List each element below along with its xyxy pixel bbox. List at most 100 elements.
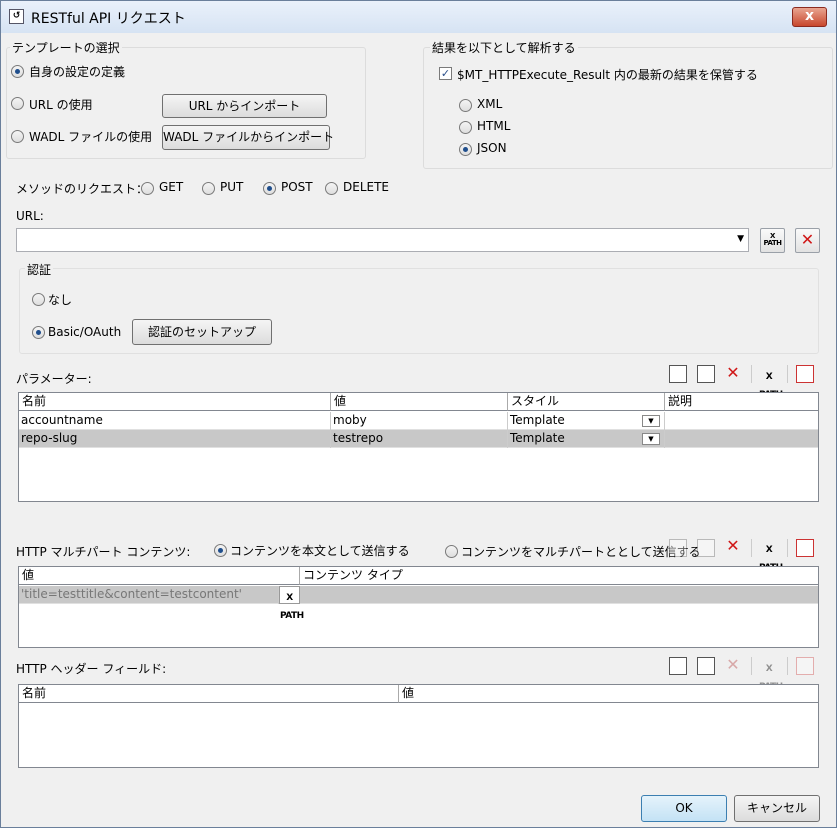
label-send-as-body: コンテンツを本文として送信する (230, 544, 410, 558)
add-row-icon[interactable] (669, 365, 687, 383)
param-value-cell[interactable]: testrepo (331, 430, 508, 448)
multipart-table: 値 コンテンツ タイプ 'title=testtitle&content=tes… (18, 566, 819, 648)
radio-auth-basic[interactable] (32, 326, 45, 339)
window-title: RESTful API リクエスト (31, 11, 186, 27)
store-latest-label: $MT_HTTPExecute_Result 内の最新の結果を保管する (457, 68, 758, 82)
param-description-cell[interactable] (665, 412, 818, 430)
url-xpath-button[interactable]: X PATH (760, 228, 785, 253)
label-put: PUT (220, 180, 244, 194)
column-header-style[interactable]: スタイル (508, 393, 665, 411)
xpath-icon[interactable]: XPATH (759, 537, 783, 573)
column-header-name[interactable]: 名前 (19, 685, 399, 703)
label-use-wadl: WADL ファイルの使用 (29, 130, 153, 144)
delete-icon[interactable]: ✕ (723, 537, 743, 557)
add-row-icon[interactable] (669, 539, 687, 557)
radio-send-as-body[interactable] (214, 544, 227, 557)
clear-rows-icon[interactable] (796, 365, 814, 383)
xpath-icon[interactable]: XPATH (279, 586, 304, 621)
multipart-value-cell[interactable]: 'title=testtitle&content=testcontent' (19, 586, 279, 604)
radio-get[interactable] (141, 182, 154, 195)
label-auth-basic: Basic/OAuth (48, 325, 122, 339)
radio-delete[interactable] (325, 182, 338, 195)
chevron-down-icon[interactable]: ▼ (642, 433, 660, 445)
cancel-button[interactable]: キャンセル (734, 795, 820, 822)
insert-row-icon[interactable] (697, 539, 715, 557)
table-row[interactable]: accountname moby Template ▼ (19, 412, 818, 430)
chevron-down-icon[interactable]: ▼ (737, 234, 744, 244)
auth-group-title: 認証 (25, 261, 54, 278)
label-json: JSON (477, 141, 507, 155)
radio-post[interactable] (263, 182, 276, 195)
title-bar[interactable]: ↺ RESTful API リクエスト x (1, 1, 836, 33)
radio-use-wadl[interactable] (11, 130, 24, 143)
import-wadl-button[interactable]: WADL ファイルからインポート (162, 125, 334, 150)
radio-send-as-multipart[interactable] (445, 545, 458, 558)
label-get: GET (159, 180, 184, 194)
label-define-own: 自身の設定の定義 (29, 65, 126, 79)
multipart-label: HTTP マルチパート コンテンツ: (16, 545, 191, 559)
url-clear-button[interactable]: ✕ (795, 228, 820, 253)
radio-json[interactable] (459, 143, 472, 156)
column-header-description[interactable]: 説明 (665, 393, 818, 411)
close-icon: x (804, 8, 815, 24)
radio-auth-none[interactable] (32, 293, 45, 306)
headers-table: 名前 値 (18, 684, 819, 768)
label-send-as-multipart: コンテンツをマルチパートととして送信する (461, 545, 701, 559)
chevron-down-icon[interactable]: ▼ (642, 415, 660, 427)
headers-label: HTTP ヘッダー フィールド: (16, 662, 167, 676)
param-value-cell[interactable]: moby (331, 412, 508, 430)
column-header-name[interactable]: 名前 (19, 393, 331, 411)
clear-rows-icon[interactable] (796, 539, 814, 557)
radio-html[interactable] (459, 121, 472, 134)
table-row[interactable]: repo-slug testrepo Template ▼ (19, 430, 818, 448)
toolbar-separator (751, 365, 752, 383)
param-description-cell[interactable] (665, 430, 818, 448)
toolbar-separator (787, 657, 788, 675)
clear-rows-icon[interactable] (796, 657, 814, 675)
insert-row-icon[interactable] (697, 365, 715, 383)
param-name-cell[interactable]: accountname (19, 412, 331, 430)
radio-xml[interactable] (459, 99, 472, 112)
column-header-value[interactable]: 値 (19, 567, 300, 585)
parameters-label: パラメーター: (16, 372, 92, 386)
xpath-icon[interactable]: XPATH (759, 364, 783, 400)
column-header-content-type[interactable]: コンテンツ タイプ (300, 567, 818, 585)
toolbar-separator (751, 539, 752, 557)
auth-setup-button[interactable]: 認証のセットアップ (132, 319, 272, 345)
url-label: URL: (16, 209, 44, 223)
label-post: POST (281, 180, 313, 194)
toolbar-separator (787, 539, 788, 557)
parameters-table: 名前 値 スタイル 説明 accountname moby Template ▼… (18, 392, 819, 502)
import-url-button[interactable]: URL からインポート (162, 94, 327, 118)
label-html: HTML (477, 119, 511, 133)
radio-use-url[interactable] (11, 97, 24, 110)
delete-icon[interactable]: ✕ (723, 656, 743, 676)
label-use-url: URL の使用 (29, 98, 93, 112)
label-delete: DELETE (343, 180, 390, 194)
toolbar-separator (787, 365, 788, 383)
param-name-cell[interactable]: repo-slug (19, 430, 331, 448)
table-row[interactable]: 'title=testtitle&content=testcontent' XP… (19, 586, 818, 621)
xpath-icon: X PATH (763, 232, 783, 247)
result-group-title: 結果を以下として解析する (430, 39, 578, 56)
multipart-content-type-cell[interactable] (300, 586, 818, 604)
dialog-window: ↺ RESTful API リクエスト x テンプレートの選択 自身の設定の定義… (0, 0, 837, 828)
delete-icon[interactable]: ✕ (723, 364, 743, 384)
url-input[interactable]: ▼ (16, 228, 749, 252)
close-button[interactable]: x (792, 7, 827, 27)
ok-button[interactable]: OK (641, 795, 727, 822)
app-icon: ↺ (9, 9, 24, 24)
column-header-value[interactable]: 値 (399, 685, 818, 703)
radio-define-own[interactable] (11, 65, 24, 78)
radio-put[interactable] (202, 182, 215, 195)
template-group-title: テンプレートの選択 (10, 39, 122, 56)
store-latest-checkbox[interactable]: ✓ (439, 67, 452, 80)
column-header-value[interactable]: 値 (331, 393, 508, 411)
add-row-icon[interactable] (669, 657, 687, 675)
xpath-icon[interactable]: XPATH (759, 656, 783, 692)
close-icon: ✕ (800, 230, 815, 249)
insert-row-icon[interactable] (697, 657, 715, 675)
label-auth-none: なし (48, 293, 73, 307)
toolbar-separator (751, 657, 752, 675)
label-xml: XML (477, 97, 503, 111)
